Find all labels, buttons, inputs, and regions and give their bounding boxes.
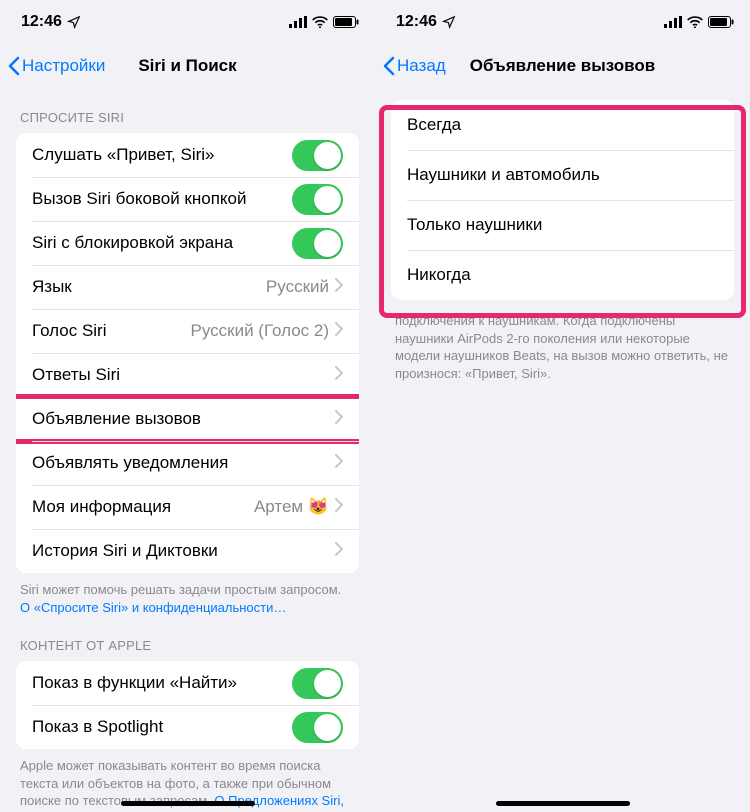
chevron-right-icon [335, 366, 343, 385]
row-responses[interactable]: Ответы Siri [16, 353, 359, 397]
row-show-spotlight[interactable]: Показ в Spotlight [16, 705, 359, 749]
toggle-lock-screen[interactable] [292, 228, 343, 259]
back-button[interactable]: Настройки [8, 56, 105, 76]
row-label: Объявление вызовов [32, 409, 335, 429]
chevron-left-icon [8, 56, 20, 76]
option-label: Всегда [407, 115, 461, 135]
row-side-button[interactable]: Вызов Siri боковой кнопкой [16, 177, 359, 221]
home-indicator[interactable] [121, 801, 255, 806]
row-label: Показ в Spotlight [32, 717, 292, 737]
chevron-left-icon [383, 56, 395, 76]
option-always[interactable]: Всегда [391, 100, 734, 150]
nav-bar: Назад Объявление вызовов [375, 44, 750, 88]
footer-announce: подключения к наушникам. Когда подключен… [375, 300, 750, 382]
footer-text-body: подключения к наушникам. Когда подключен… [395, 313, 728, 381]
status-time: 12:46 [21, 13, 62, 31]
chevron-right-icon [335, 410, 343, 429]
section-header-apple-content: КОНТЕНТ ОТ APPLE [0, 616, 375, 661]
status-time: 12:46 [396, 13, 437, 31]
cellular-icon [664, 16, 682, 28]
option-never[interactable]: Никогда [391, 250, 734, 300]
option-headphones-car[interactable]: Наушники и автомобиль [391, 150, 734, 200]
option-label: Никогда [407, 265, 471, 285]
section-header-ask-siri: СПРОСИТЕ SIRI [0, 88, 375, 133]
back-label: Настройки [22, 56, 105, 76]
row-hey-siri[interactable]: Слушать «Привет, Siri» [16, 133, 359, 177]
row-announce-calls[interactable]: Объявление вызовов [16, 397, 359, 441]
toggle-hey-siri[interactable] [292, 140, 343, 171]
location-icon [67, 15, 81, 29]
cellular-icon [289, 16, 307, 28]
row-label: Моя информация [32, 497, 254, 517]
list-announce-options: Всегда Наушники и автомобиль Только науш… [391, 100, 734, 300]
toggle-show-find[interactable] [292, 668, 343, 699]
row-label: Язык [32, 277, 266, 297]
battery-icon [708, 16, 734, 28]
chevron-right-icon [335, 454, 343, 473]
status-bar: 12:46 [0, 0, 375, 44]
home-indicator[interactable] [496, 801, 630, 806]
option-label: Наушники и автомобиль [407, 165, 600, 185]
content-scroll[interactable]: СПРОСИТЕ SIRI Слушать «Привет, Siri» Выз… [0, 88, 375, 812]
row-value: Русский [266, 277, 329, 297]
content-scroll[interactable]: Всегда Наушники и автомобиль Только науш… [375, 88, 750, 812]
toggle-side-button[interactable] [292, 184, 343, 215]
nav-bar: Настройки Siri и Поиск [0, 44, 375, 88]
screen-siri-settings: 12:46 Настройки Siri и Поиск СПРОСИТЕ SI… [0, 0, 375, 812]
toggle-show-spotlight[interactable] [292, 712, 343, 743]
row-language[interactable]: Язык Русский [16, 265, 359, 309]
row-history[interactable]: История Siri и Диктовки [16, 529, 359, 573]
row-label: Siri с блокировкой экрана [32, 233, 292, 253]
back-label: Назад [397, 56, 446, 76]
footer-ask-siri: Siri может помочь решать задачи простым … [0, 573, 375, 616]
screen-announce-calls: 12:46 Назад Объявление вызовов [375, 0, 750, 812]
row-label: Показ в функции «Найти» [32, 673, 292, 693]
row-label: История Siri и Диктовки [32, 541, 335, 561]
row-my-info[interactable]: Моя информация Артем 😻 [16, 485, 359, 529]
row-lock-screen[interactable]: Siri с блокировкой экрана [16, 221, 359, 265]
row-value: Артем 😻 [254, 497, 329, 517]
chevron-right-icon [335, 322, 343, 341]
option-headphones-only[interactable]: Только наушники [391, 200, 734, 250]
wifi-icon [312, 16, 328, 28]
row-label: Вызов Siri боковой кнопкой [32, 189, 292, 209]
back-button[interactable]: Назад [383, 56, 446, 76]
footer-link[interactable]: О «Спросите Siri» и конфиденциальности… [20, 600, 286, 615]
wifi-icon [687, 16, 703, 28]
status-bar: 12:46 [375, 0, 750, 44]
list-apple-content: Показ в функции «Найти» Показ в Spotligh… [16, 661, 359, 749]
row-voice[interactable]: Голос Siri Русский (Голос 2) [16, 309, 359, 353]
row-announce-notifications[interactable]: Объявлять уведомления [16, 441, 359, 485]
row-show-find[interactable]: Показ в функции «Найти» [16, 661, 359, 705]
list-ask-siri: Слушать «Привет, Siri» Вызов Siri боково… [16, 133, 359, 573]
row-value: Русский (Голос 2) [190, 321, 329, 341]
row-label: Слушать «Привет, Siri» [32, 145, 292, 165]
chevron-right-icon [335, 542, 343, 561]
chevron-right-icon [335, 278, 343, 297]
battery-icon [333, 16, 359, 28]
footer-text-body: Siri может помочь решать задачи простым … [20, 582, 341, 597]
chevron-right-icon [335, 498, 343, 517]
option-label: Только наушники [407, 215, 542, 235]
row-label: Объявлять уведомления [32, 453, 335, 473]
location-icon [442, 15, 456, 29]
row-label: Голос Siri [32, 321, 190, 341]
row-label: Ответы Siri [32, 365, 335, 385]
